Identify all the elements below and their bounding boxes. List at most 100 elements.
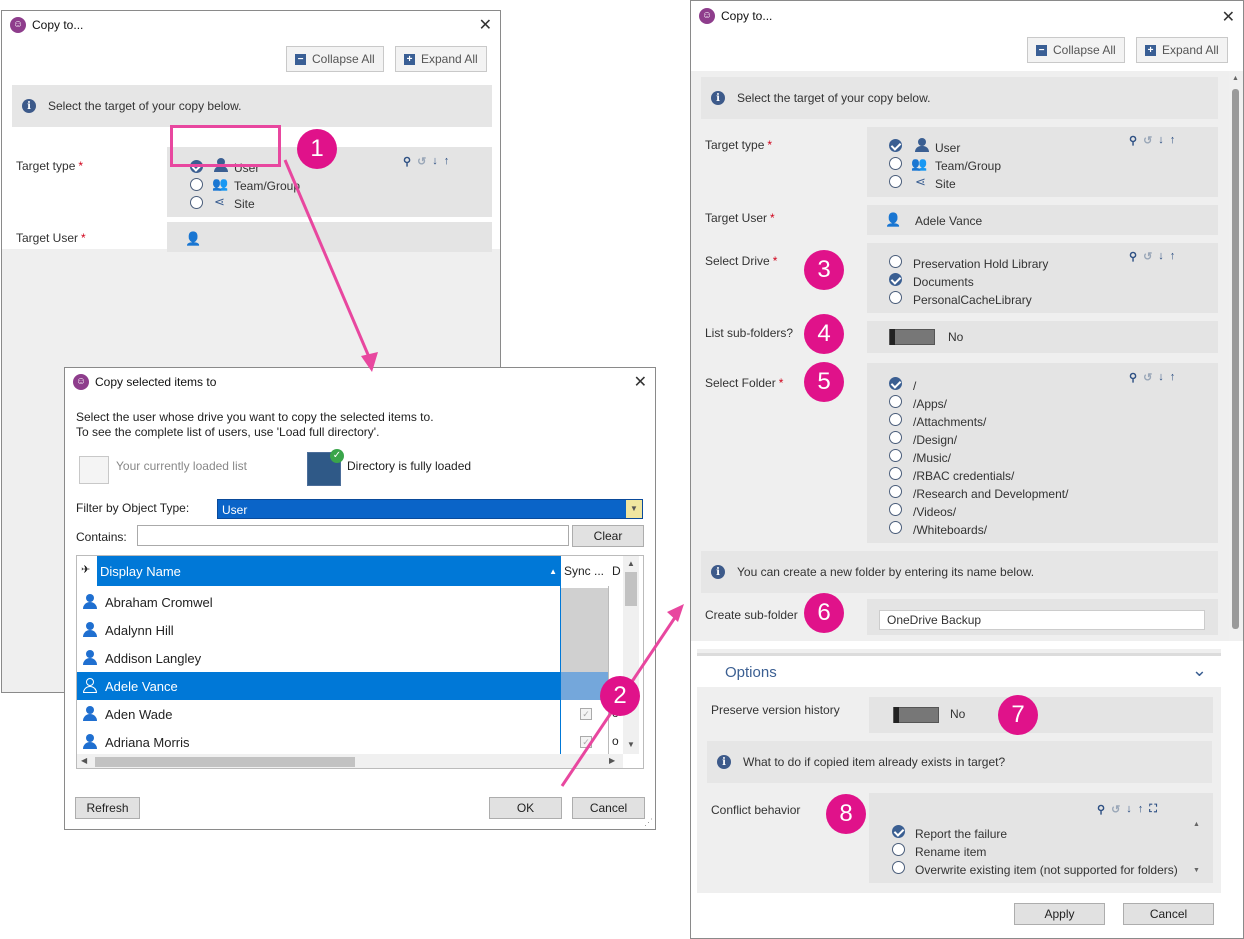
expand-frame-icon[interactable]: ⛶ bbox=[1149, 803, 1157, 816]
filter-select[interactable]: User ▼ bbox=[217, 499, 643, 519]
option-site: Site bbox=[935, 177, 956, 191]
cancel-button[interactable]: Cancel bbox=[572, 797, 645, 819]
collapse-all-button[interactable]: − Collapse All bbox=[286, 46, 384, 72]
target-user-label: Target User * bbox=[705, 211, 775, 225]
directory-icon[interactable]: ✓ bbox=[307, 449, 344, 486]
create-subfolder-input[interactable] bbox=[879, 610, 1205, 630]
table-row[interactable]: Addison Langley bbox=[77, 644, 623, 672]
folder-radio[interactable] bbox=[889, 521, 902, 534]
sync-checkbox[interactable]: ✓ bbox=[580, 708, 592, 720]
folder-tools: ⚲ ↺ ↓ ↑ bbox=[1129, 371, 1175, 384]
close-icon[interactable]: ✕ bbox=[1222, 7, 1235, 27]
sort-desc-icon[interactable]: ↑ bbox=[1170, 134, 1176, 147]
conflict-info-text: What to do if copied item already exists… bbox=[743, 755, 1006, 769]
chevron-down-icon[interactable]: ⌄ bbox=[1192, 660, 1207, 681]
target-site-radio[interactable] bbox=[190, 196, 203, 209]
reset-icon[interactable]: ↺ bbox=[1143, 371, 1152, 384]
sort-asc-icon[interactable]: ↓ bbox=[432, 155, 438, 168]
reset-icon[interactable]: ↺ bbox=[1111, 803, 1120, 816]
folder-radio[interactable] bbox=[889, 449, 902, 462]
right-dialog-title: Copy to... bbox=[721, 9, 773, 23]
sort-desc-icon[interactable]: ↑ bbox=[1170, 250, 1176, 263]
reset-icon[interactable]: ↺ bbox=[1143, 134, 1152, 147]
option-user: User bbox=[935, 141, 961, 155]
folder-radio[interactable] bbox=[889, 377, 902, 390]
drive-radio[interactable] bbox=[889, 273, 902, 286]
folder-radio[interactable] bbox=[889, 413, 902, 426]
apply-button[interactable]: Apply bbox=[1014, 903, 1105, 925]
drive-radio[interactable] bbox=[889, 255, 902, 268]
user-settings-icon[interactable]: 👤 bbox=[185, 231, 201, 247]
table-row[interactable]: Aden Wade bbox=[77, 700, 623, 728]
folder-radio[interactable] bbox=[889, 467, 902, 480]
hscroll-thumb[interactable] bbox=[95, 757, 355, 767]
conflict-scroll-up-icon[interactable]: ▲ bbox=[1193, 821, 1200, 828]
step-badge-8: 8 bbox=[826, 794, 866, 834]
folder-option: /Design/ bbox=[913, 433, 958, 447]
reset-icon[interactable]: ↺ bbox=[417, 155, 426, 168]
target-user-value: Adele Vance bbox=[915, 214, 983, 228]
table-row[interactable]: Abraham Cromwel bbox=[77, 588, 623, 616]
search-icon[interactable]: ⚲ bbox=[1129, 134, 1137, 147]
horizontal-scrollbar[interactable]: ◀ ▶ bbox=[77, 754, 623, 768]
cancel-button[interactable]: Cancel bbox=[1123, 903, 1214, 925]
collapse-all-label: Collapse All bbox=[312, 52, 375, 66]
clear-button[interactable]: Clear bbox=[572, 525, 644, 547]
search-icon[interactable]: ⚲ bbox=[1097, 803, 1105, 816]
table-row[interactable]: Adalynn Hill bbox=[77, 616, 623, 644]
collapse-all-button[interactable]: − Collapse All bbox=[1027, 37, 1125, 63]
close-icon[interactable]: ✕ bbox=[634, 372, 647, 392]
ok-button[interactable]: OK bbox=[489, 797, 562, 819]
sort-asc-icon[interactable]: ↓ bbox=[1158, 250, 1164, 263]
target-site-radio[interactable] bbox=[889, 175, 902, 188]
sort-asc-icon[interactable]: ↓ bbox=[1158, 371, 1164, 384]
target-user-radio[interactable] bbox=[889, 139, 902, 152]
user-settings-icon[interactable]: 👤 bbox=[885, 212, 901, 228]
contains-input[interactable] bbox=[137, 525, 569, 546]
folder-radio[interactable] bbox=[889, 431, 902, 444]
sort-asc-icon[interactable]: ↓ bbox=[1158, 134, 1164, 147]
dropdown-arrow-icon[interactable]: ▼ bbox=[626, 500, 642, 518]
conflict-radio[interactable] bbox=[892, 825, 905, 838]
sort-asc-icon[interactable]: ↓ bbox=[1126, 803, 1132, 816]
expand-all-button[interactable]: + Expand All bbox=[1136, 37, 1228, 63]
close-icon[interactable]: ✕ bbox=[479, 15, 492, 35]
sort-desc-icon[interactable]: ↑ bbox=[1170, 371, 1176, 384]
option-team-group: Team/Group bbox=[935, 159, 1002, 173]
form-scroll-thumb[interactable] bbox=[1232, 89, 1239, 629]
pin-icon[interactable]: ✈ bbox=[81, 563, 90, 576]
search-icon[interactable]: ⚲ bbox=[403, 155, 411, 168]
folder-radio[interactable] bbox=[889, 485, 902, 498]
sync-checkbox[interactable]: ✓ bbox=[580, 736, 592, 748]
folder-radio[interactable] bbox=[889, 395, 902, 408]
search-icon[interactable]: ⚲ bbox=[1129, 250, 1137, 263]
resize-grip-icon[interactable]: ⋰ bbox=[644, 817, 653, 828]
refresh-button[interactable]: Refresh bbox=[75, 797, 140, 819]
conflict-radio[interactable] bbox=[892, 843, 905, 856]
form-scrollbar[interactable]: ▲ bbox=[1229, 71, 1243, 641]
table-row-selected[interactable]: Adele Vance bbox=[77, 672, 560, 700]
options-header[interactable]: Options ⌄ bbox=[697, 653, 1221, 687]
conflict-scroll-down-icon[interactable]: ▼ bbox=[1193, 867, 1200, 874]
target-team-radio[interactable] bbox=[889, 157, 902, 170]
column-sync[interactable]: Sync ... bbox=[564, 564, 604, 578]
sort-desc-icon[interactable]: ↑ bbox=[1138, 803, 1144, 816]
column-d[interactable]: D bbox=[612, 564, 621, 578]
expand-all-button[interactable]: + Expand All bbox=[395, 46, 487, 72]
table-row[interactable]: Adriana Morris bbox=[77, 728, 623, 756]
team-icon: 👥 bbox=[212, 176, 229, 191]
sort-desc-icon[interactable]: ↑ bbox=[444, 155, 450, 168]
list-subfolders-toggle[interactable] bbox=[889, 329, 935, 345]
target-team-radio[interactable] bbox=[190, 178, 203, 191]
drive-radio[interactable] bbox=[889, 291, 902, 304]
vertical-scrollbar[interactable]: ▲ ▼ bbox=[623, 556, 639, 754]
preserve-version-toggle[interactable] bbox=[893, 707, 939, 723]
scroll-thumb[interactable] bbox=[625, 572, 637, 606]
column-display-name[interactable]: Display Name ▲ bbox=[97, 556, 561, 586]
loaded-list-label[interactable]: Your currently loaded list bbox=[116, 459, 247, 473]
conflict-radio[interactable] bbox=[892, 861, 905, 874]
target-user-box[interactable] bbox=[167, 222, 492, 252]
folder-radio[interactable] bbox=[889, 503, 902, 516]
reset-icon[interactable]: ↺ bbox=[1143, 250, 1152, 263]
search-icon[interactable]: ⚲ bbox=[1129, 371, 1137, 384]
